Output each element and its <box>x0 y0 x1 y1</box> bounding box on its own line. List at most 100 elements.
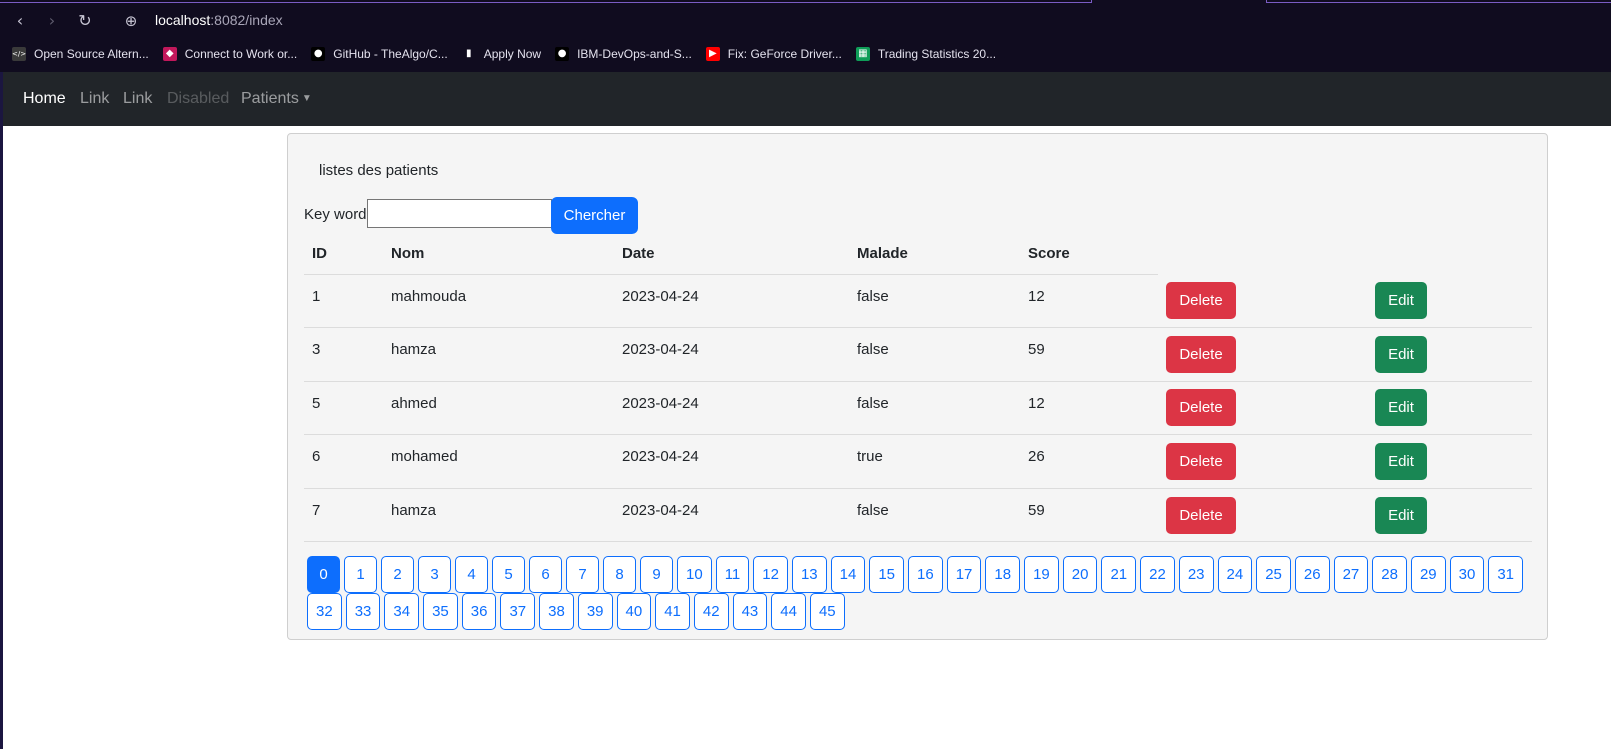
edit-button[interactable]: Edit <box>1375 443 1427 481</box>
page-button[interactable]: 30 <box>1449 556 1485 593</box>
window-border <box>0 126 3 749</box>
search-label: Key word <box>304 206 367 223</box>
page-button[interactable]: 25 <box>1256 556 1291 593</box>
delete-button[interactable]: Delete <box>1166 335 1236 373</box>
page-button[interactable]: 33 <box>345 593 381 630</box>
bookmark-item[interactable]: </> Open Source Altern... <box>12 47 149 61</box>
page-button[interactable]: 24 <box>1217 556 1253 593</box>
bookmark-item[interactable]: ● GitHub - TheAlgo/C... <box>311 47 448 61</box>
page-button[interactable]: 16 <box>908 556 943 593</box>
page-button[interactable]: 18 <box>985 556 1021 593</box>
page-button[interactable]: 29 <box>1410 556 1446 593</box>
page-button[interactable]: 14 <box>830 556 866 593</box>
page-button[interactable]: 38 <box>539 593 574 630</box>
page-button[interactable]: 44 <box>771 593 806 630</box>
page-button[interactable]: 22 <box>1140 556 1175 593</box>
page-button[interactable]: 27 <box>1333 556 1369 593</box>
cell-delete: Delete <box>1158 488 1367 543</box>
page-button[interactable]: 11 <box>715 556 750 593</box>
page-button[interactable]: 19 <box>1024 556 1059 593</box>
nav-link-2[interactable]: Link <box>123 90 152 108</box>
cell-nom: hamza <box>383 488 614 543</box>
bookmark-item[interactable]: ● IBM-DevOps-and-S... <box>555 47 692 61</box>
page-button[interactable]: 23 <box>1178 556 1214 593</box>
header-delete <box>1158 234 1367 274</box>
back-icon[interactable]: ‹ <box>9 10 31 32</box>
bookmark-label: Connect to Work or... <box>184 47 298 61</box>
bookmark-label: Apply Now <box>483 47 542 61</box>
page-button[interactable]: 7 <box>566 556 599 593</box>
sheets-icon: ▦ <box>855 47 870 61</box>
page-button[interactable]: 6 <box>529 556 562 593</box>
page-button[interactable]: 2 <box>381 556 414 593</box>
nav-home[interactable]: Home <box>23 90 66 108</box>
edit-button[interactable]: Edit <box>1375 389 1427 427</box>
page-button[interactable]: 1 <box>344 556 377 593</box>
bookmark-item[interactable]: ▶ Fix: GeForce Driver... <box>705 47 842 61</box>
page-button[interactable]: 5 <box>492 556 525 593</box>
delete-button[interactable]: Delete <box>1166 443 1236 481</box>
cell-edit: Edit <box>1367 434 1532 489</box>
page-button[interactable]: 13 <box>791 556 827 593</box>
cell-id: 7 <box>304 488 383 543</box>
page-button[interactable]: 12 <box>753 556 788 593</box>
page-button[interactable]: 0 <box>307 556 340 593</box>
page-button[interactable]: 28 <box>1372 556 1407 593</box>
cell-date: 2023-04-24 <box>614 274 849 329</box>
page-button[interactable]: 45 <box>809 593 845 630</box>
page-button[interactable]: 10 <box>677 556 712 593</box>
nav-link-1[interactable]: Link <box>80 90 109 108</box>
bookmark-item[interactable]: ▮ Apply Now <box>462 47 541 61</box>
search-button[interactable]: Chercher <box>551 197 638 234</box>
page-button[interactable]: 17 <box>946 556 982 593</box>
page-button[interactable]: 9 <box>640 556 673 593</box>
page-button[interactable]: 37 <box>500 593 536 630</box>
site-info-icon[interactable]: ⊕ <box>121 11 141 31</box>
cell-delete: Delete <box>1158 327 1367 382</box>
page-button[interactable]: 26 <box>1294 556 1330 593</box>
page-button[interactable]: 20 <box>1062 556 1098 593</box>
page-button[interactable]: 40 <box>616 593 652 630</box>
edit-button[interactable]: Edit <box>1375 282 1427 320</box>
bookmark-item[interactable]: ◆ Connect to Work or... <box>162 47 298 61</box>
bookmark-item[interactable]: ▦ Trading Statistics 20... <box>855 47 996 61</box>
page-button[interactable]: 34 <box>384 593 420 630</box>
page-button[interactable]: 36 <box>461 593 497 630</box>
delete-button[interactable]: Delete <box>1166 282 1236 320</box>
tab-strip-divider <box>0 0 1092 3</box>
reload-icon[interactable]: ↻ <box>74 10 96 32</box>
page-button[interactable]: 31 <box>1488 556 1524 593</box>
nav-patients-dropdown[interactable]: Patients ▼ <box>241 90 312 108</box>
delete-button[interactable]: Delete <box>1166 389 1236 427</box>
edit-button[interactable]: Edit <box>1375 335 1427 373</box>
header-date: Date <box>614 234 849 275</box>
page-button[interactable]: 4 <box>455 556 488 593</box>
github-icon: ● <box>311 47 326 61</box>
delete-button[interactable]: Delete <box>1166 496 1236 534</box>
cell-edit: Edit <box>1367 488 1532 543</box>
app-navbar: Home Link Link Disabled Patients ▼ <box>0 72 1611 126</box>
table-body: 1 mahmouda 2023-04-24 false 12 Delete Edit 3 ham… <box>304 274 1532 543</box>
file-icon: ▮ <box>465 48 472 59</box>
page-button[interactable]: 15 <box>869 556 905 593</box>
cell-malade: false <box>849 381 1020 436</box>
cell-malade: false <box>849 488 1020 543</box>
page-button[interactable]: 32 <box>307 593 342 630</box>
page-button[interactable]: 21 <box>1101 556 1137 593</box>
page-button[interactable]: 8 <box>603 556 636 593</box>
header-id: ID <box>304 234 383 275</box>
table-row: 5 ahmed 2023-04-24 false 12 Delete Edit <box>304 381 1532 436</box>
page-button[interactable]: 39 <box>577 593 613 630</box>
page-button[interactable]: 35 <box>423 593 458 630</box>
page-button[interactable]: 3 <box>418 556 451 593</box>
page-button[interactable]: 42 <box>693 593 729 630</box>
cell-id: 3 <box>304 327 383 382</box>
cell-nom: mohamed <box>383 434 614 489</box>
table-row: 3 hamza 2023-04-24 false 59 Delete Edit <box>304 327 1532 382</box>
keyword-input[interactable] <box>367 199 552 228</box>
page-button[interactable]: 41 <box>655 593 690 630</box>
edit-button[interactable]: Edit <box>1375 496 1427 534</box>
page-button[interactable]: 43 <box>732 593 768 630</box>
address-bar[interactable]: localhost:8082/index <box>155 12 283 28</box>
forward-icon[interactable]: › <box>41 10 63 32</box>
